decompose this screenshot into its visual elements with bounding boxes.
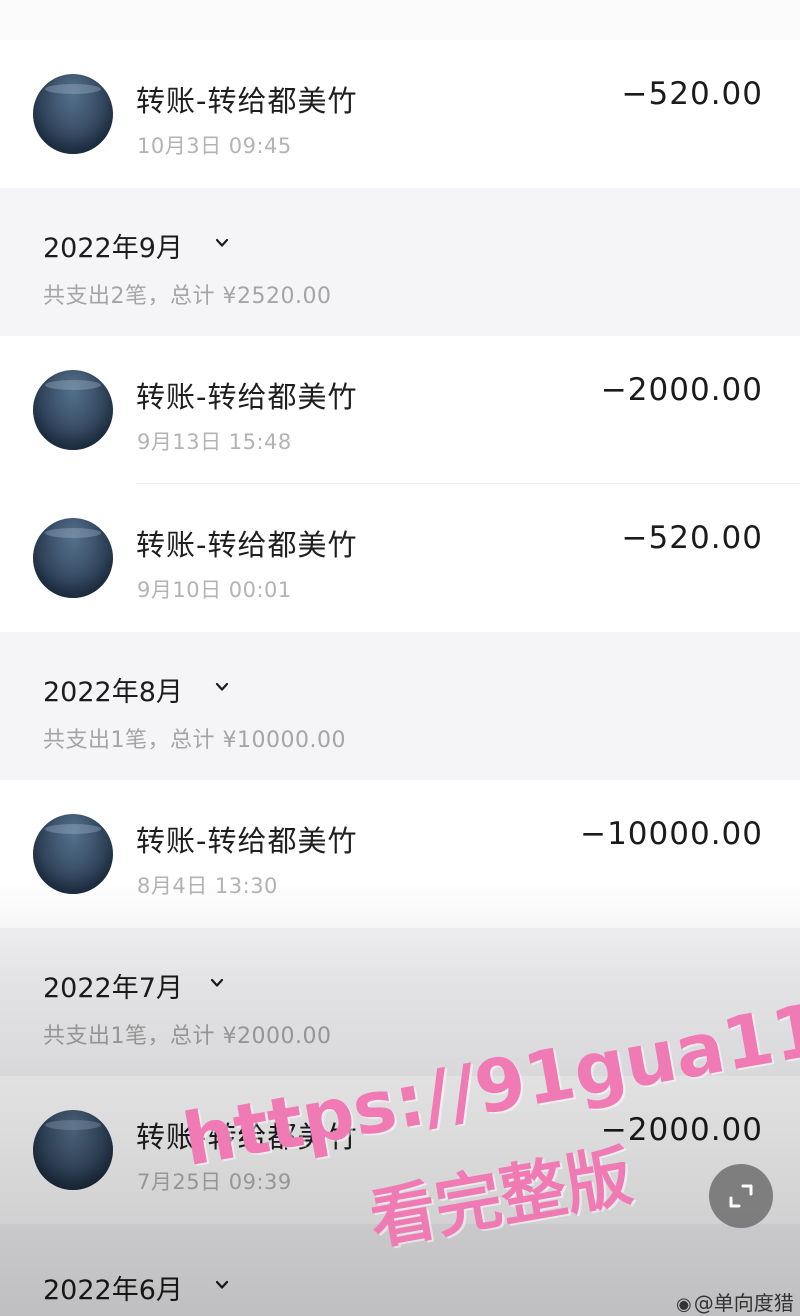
transaction-time: 8月4日 13:30: [137, 874, 278, 898]
transaction-row[interactable]: 转账-转给都美竹 9月13日 15:48 −2000.00: [0, 336, 800, 484]
weibo-credit: ◉ @单向度猎: [676, 1287, 794, 1316]
avatar: [33, 518, 113, 598]
chevron-down-icon[interactable]: [210, 976, 224, 990]
transaction-amount: −2000.00: [600, 372, 763, 408]
avatar: [33, 370, 113, 450]
transaction-amount: −520.00: [621, 76, 763, 112]
month-title: 2022年8月: [43, 677, 183, 708]
top-strip: [0, 0, 800, 40]
transaction-row[interactable]: 转账-转给都美竹 9月10日 00:01 −520.00: [0, 484, 800, 632]
transaction-title: 转账-转给都美竹: [136, 84, 358, 118]
transaction-time: 10月3日 09:45: [137, 134, 292, 158]
month-title: 2022年9月: [43, 233, 183, 264]
month-header[interactable]: 2022年9月 共支出2笔，总计 ¥2520.00: [0, 188, 800, 336]
avatar: [33, 814, 113, 894]
transaction-row[interactable]: 转账-转给都美竹 8月4日 13:30 −10000.00: [0, 780, 800, 928]
transaction-amount: −10000.00: [580, 816, 763, 852]
transaction-title: 转账-转给都美竹: [136, 380, 358, 414]
avatar: [33, 1110, 113, 1190]
month-title: 2022年6月: [43, 1275, 183, 1306]
chevron-down-icon[interactable]: [215, 236, 229, 250]
transaction-amount: −520.00: [621, 520, 763, 556]
transaction-title: 转账-转给都美竹: [136, 824, 358, 858]
credit-handle: @单向度猎: [693, 1291, 794, 1315]
avatar: [33, 74, 113, 154]
transaction-time: 9月10日 00:01: [137, 578, 292, 602]
month-title: 2022年7月: [43, 973, 183, 1004]
transaction-row[interactable]: 转账-转给都美竹 10月3日 09:45 −520.00: [0, 40, 800, 188]
chevron-down-icon[interactable]: [215, 680, 229, 694]
month-header[interactable]: 2022年8月 共支出1笔，总计 ¥10000.00: [0, 632, 800, 780]
transaction-time: 9月13日 15:48: [137, 430, 292, 454]
transaction-title: 转账-转给都美竹: [136, 528, 358, 562]
month-summary: 共支出1笔，总计 ¥10000.00: [43, 728, 346, 753]
weibo-icon: ◉: [676, 1294, 692, 1315]
month-summary: 共支出2笔，总计 ¥2520.00: [43, 284, 332, 309]
